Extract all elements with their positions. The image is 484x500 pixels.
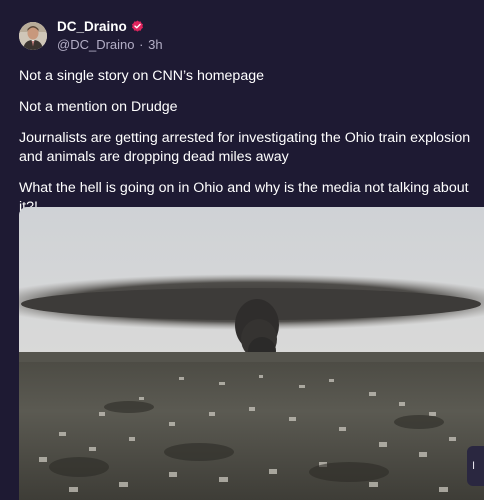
post-paragraph: Journalists are getting arrested for inv… <box>19 130 471 165</box>
avatar[interactable] <box>19 22 47 50</box>
post-paragraph: Not a mention on Drudge <box>19 99 178 115</box>
avatar-photo <box>19 22 47 50</box>
post-image[interactable] <box>19 207 484 500</box>
author-name-text: DC_Draino <box>57 19 127 34</box>
post-timestamp[interactable]: 3h <box>148 37 162 52</box>
post-meta: @DC_Draino · 3h <box>57 37 163 52</box>
meta-separator: · <box>139 37 144 52</box>
author-handle[interactable]: @DC_Draino <box>57 37 135 52</box>
post-card: DC_Draino @DC_Draino · 3h Not a single s… <box>0 0 484 500</box>
author-name[interactable]: DC_Draino <box>57 19 144 34</box>
verified-badge-icon <box>131 20 143 32</box>
media-overlay-button[interactable]: I <box>467 446 484 486</box>
aerial-photo-smoke-plume <box>19 207 484 500</box>
post-text: Not a single story on CNN’s homepage Not… <box>19 67 484 229</box>
overlay-label: I <box>472 460 476 472</box>
post-paragraph: Not a single story on CNN’s homepage <box>19 68 264 84</box>
